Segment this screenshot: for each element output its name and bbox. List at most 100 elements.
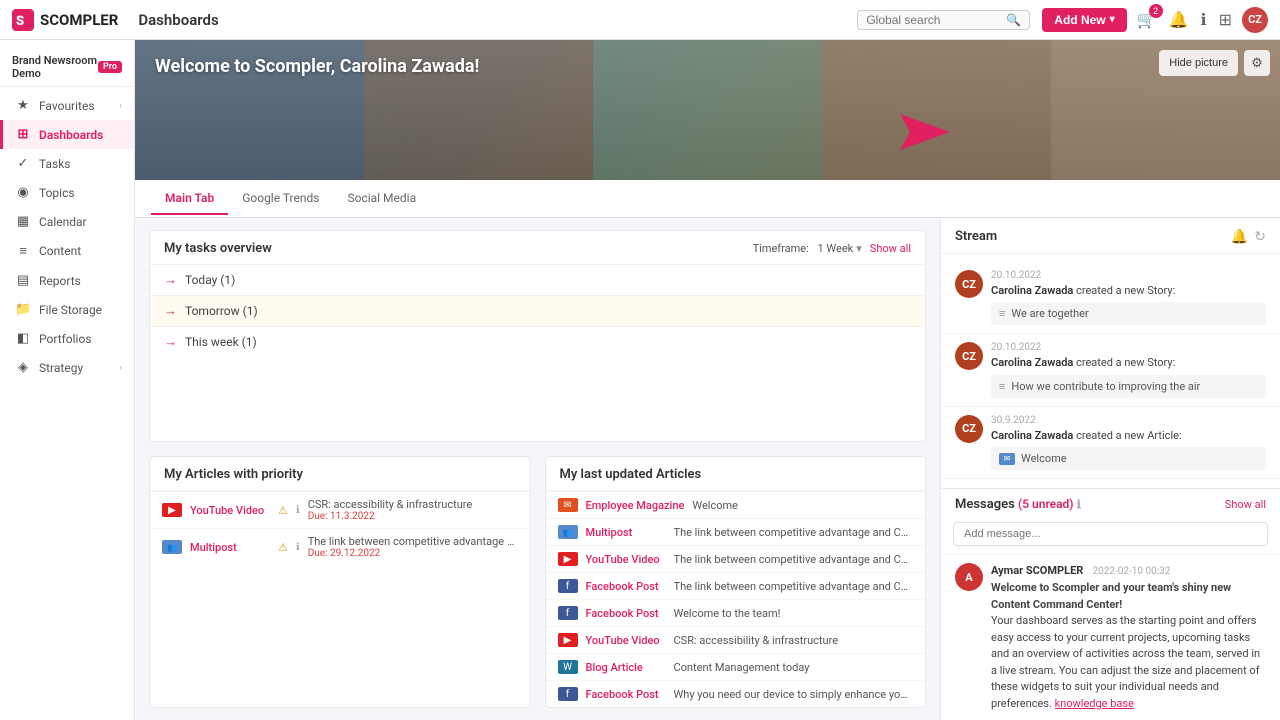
article-row[interactable]: ✉ Employee Magazine Welcome — [546, 491, 926, 518]
notification-badge: 2 — [1149, 4, 1163, 18]
help-icon[interactable]: ℹ — [1199, 8, 1209, 32]
page-title: Dashboards — [138, 11, 845, 29]
knowledge-base-link[interactable]: knowledge base — [1055, 697, 1134, 710]
tasks-overview-widget: My tasks overview Timeframe: 1 Week ▾ Sh… — [149, 230, 926, 442]
messages-show-all[interactable]: Show all — [1225, 498, 1266, 511]
articles-priority-widget: My Articles with priority ▶ YouTube Vide… — [149, 456, 531, 708]
pro-badge: Pro — [98, 61, 122, 73]
youtube-icon: ▶ — [558, 633, 578, 647]
stream-entry: CZ 20.10.2022 Carolina Zawada created a … — [941, 334, 1280, 406]
article-row[interactable]: f Facebook Post Welcome to the team! — [546, 599, 926, 626]
wordpress-icon: W — [558, 660, 578, 674]
sidebar: Brand Newsroom Demo Pro ★ Favourites › ⊞… — [0, 40, 135, 720]
youtube-icon: ▶ — [162, 503, 182, 517]
timeframe-selector[interactable]: Timeframe: 1 Week ▾ — [753, 242, 862, 255]
message-time: 2022-02-10 00:32 — [1093, 566, 1171, 577]
logo[interactable]: S SCOMPLER — [12, 9, 118, 31]
messages-input[interactable] — [953, 522, 1268, 546]
articles-priority-title: My Articles with priority — [150, 457, 530, 491]
sidebar-item-strategy[interactable]: ◈ Strategy › — [0, 353, 134, 382]
user-avatar[interactable]: CZ — [1242, 7, 1268, 33]
tab-social-media[interactable]: Social Media — [333, 183, 430, 215]
article-row[interactable]: f Facebook Post The link between competi… — [546, 572, 926, 599]
article-row[interactable]: ▶ YouTube Video The link between competi… — [546, 545, 926, 572]
sidebar-item-content[interactable]: ≡ Content — [0, 236, 134, 266]
tasks-widget-header: My tasks overview Timeframe: 1 Week ▾ Sh… — [150, 231, 925, 264]
sidebar-item-dashboards[interactable]: ⊞ Dashboards — [0, 120, 134, 149]
tasks-show-all[interactable]: Show all — [870, 242, 911, 255]
sidebar-item-tasks[interactable]: ✓ Tasks — [0, 149, 134, 178]
email-icon: ✉ — [558, 498, 578, 512]
shopping-icon[interactable]: 🛒 2 — [1135, 8, 1159, 32]
bell-icon[interactable]: 🔔 — [1167, 8, 1191, 32]
article-row[interactable]: W Blog Article Content Management today — [546, 653, 926, 680]
topnav-actions: Add New ▾ 🛒 2 🔔 ℹ ⊞ CZ — [1042, 7, 1268, 33]
sidebar-item-reports[interactable]: ▤ Reports — [0, 266, 134, 295]
search-icon: 🔍 — [1006, 13, 1021, 27]
task-row-thisweek[interactable]: → This week (1) — [150, 326, 925, 357]
hero-settings-button[interactable]: ⚙ — [1244, 50, 1270, 76]
refresh-icon[interactable]: ↻ — [1254, 228, 1266, 245]
messages-unread: (5 unread) — [1018, 497, 1073, 511]
stream-avatar: CZ — [955, 270, 983, 298]
chevron-down-icon: ▾ — [1110, 14, 1115, 25]
stream-text: Carolina Zawada created a new Story: — [991, 283, 1266, 298]
content-icon: ≡ — [15, 243, 31, 259]
task-arrow-icon: → — [164, 303, 177, 319]
stream-story-card[interactable]: ≡ We are together — [991, 302, 1266, 325]
story-lines-icon: ≡ — [999, 307, 1005, 320]
stream-date: 20.10.2022 — [991, 342, 1266, 353]
articles-updated-widget: My last updated Articles ✉ Employee Maga… — [545, 456, 927, 708]
sidebar-item-filestorage[interactable]: 📁 File Storage — [0, 295, 134, 324]
stream-panel: Stream 🔔 ↻ CZ 20.10.2022 Carolina Zawada… — [940, 218, 1280, 720]
hero-controls: Hide picture ⚙ — [1159, 50, 1270, 76]
article-row[interactable]: ▶ YouTube Video ⚠ ℹ CSR: accessibility &… — [150, 491, 530, 528]
stream-story-card[interactable]: ≡ How we contribute to improving the air — [991, 375, 1266, 398]
checkmark-icon: ✓ — [15, 156, 31, 171]
messages-input-row — [941, 518, 1280, 554]
info-icon: ℹ — [296, 542, 300, 553]
story-lines-icon: ≡ — [999, 380, 1005, 393]
topnav: S SCOMPLER Dashboards 🔍 Add New ▾ 🛒 2 🔔 … — [0, 0, 1280, 40]
tasks-header-right: Timeframe: 1 Week ▾ Show all — [753, 242, 911, 255]
main-layout: Brand Newsroom Demo Pro ★ Favourites › ⊞… — [0, 40, 1280, 720]
content-area: Welcome to Scompler, Carolina Zawada! Hi… — [135, 40, 1280, 720]
stream-text: Carolina Zawada created a new Story: — [991, 355, 1266, 370]
stream-entry: CZ 20.10.2022 Carolina Zawada created a … — [941, 262, 1280, 334]
message-sender: Aymar SCOMPLER — [991, 564, 1083, 577]
sidebar-item-calendar[interactable]: ▦ Calendar — [0, 207, 134, 236]
grid-icon[interactable]: ⊞ — [1217, 8, 1234, 32]
strategy-icon: ◈ — [15, 360, 31, 375]
sidebar-item-topics[interactable]: ◉ Topics — [0, 178, 134, 207]
multipost-icon: 👥 — [558, 525, 578, 539]
stream-header-actions: 🔔 ↻ — [1231, 228, 1266, 245]
article-row[interactable]: f Facebook Post Why you need our device … — [546, 680, 926, 707]
tab-google-trends[interactable]: Google Trends — [228, 183, 333, 215]
search-input[interactable] — [866, 13, 1006, 27]
stream-entry: CZ 30.9.2022 Carolina Zawada created a n… — [941, 407, 1280, 479]
article-row[interactable]: 👥 Multipost The link between competitive… — [546, 518, 926, 545]
add-new-button[interactable]: Add New ▾ — [1042, 8, 1126, 32]
hide-picture-button[interactable]: Hide picture — [1159, 50, 1238, 76]
sidebar-item-portfolios[interactable]: ◧ Portfolios — [0, 324, 134, 353]
youtube-icon: ▶ — [558, 552, 578, 566]
task-row-tomorrow[interactable]: → Tomorrow (1) — [150, 295, 925, 326]
tab-main[interactable]: Main Tab — [151, 183, 228, 215]
stream-content: 30.9.2022 Carolina Zawada created a new … — [991, 415, 1266, 470]
article-icon: ✉ — [999, 453, 1015, 465]
stream-story-card[interactable]: ✉ Welcome — [991, 447, 1266, 470]
sidebar-item-favourites[interactable]: ★ Favourites › — [0, 91, 134, 120]
bell-stream-icon[interactable]: 🔔 — [1231, 228, 1248, 245]
article-row[interactable]: ▶ YouTube Video CSR: accessibility & inf… — [546, 626, 926, 653]
circle-icon: ◉ — [15, 185, 31, 200]
stream-title: Stream — [955, 229, 997, 244]
reports-icon: ▤ — [15, 273, 31, 288]
folder-icon: 📁 — [15, 302, 31, 317]
facebook-icon: f — [558, 606, 578, 620]
task-row-today[interactable]: → Today (1) — [150, 264, 925, 295]
caret-icon: ▾ — [856, 242, 862, 255]
hero-banner: Welcome to Scompler, Carolina Zawada! Hi… — [135, 40, 1280, 180]
calendar-icon: ▦ — [15, 214, 31, 229]
star-icon: ★ — [15, 98, 31, 113]
article-row[interactable]: 👥 Multipost ⚠ ℹ The link between competi… — [150, 528, 530, 565]
